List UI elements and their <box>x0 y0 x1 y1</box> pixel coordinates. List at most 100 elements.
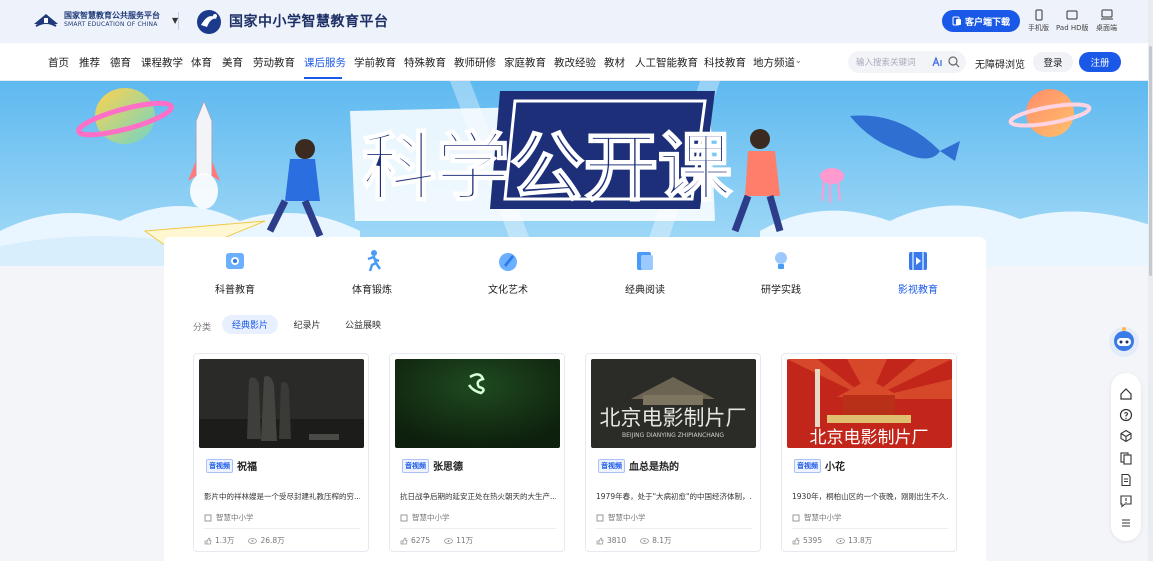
media-type-badge: 音视频 <box>794 458 821 473</box>
category-classic-reading[interactable]: 经典阅读 <box>600 249 690 296</box>
card-source: 智慧中小学 <box>608 513 646 522</box>
video-card[interactable]: 北京电影制片厂 BEIJING DIANYING ZHIPIANCHANG 音视… <box>585 353 761 552</box>
studio-title: 北京电影制片厂 <box>600 406 747 430</box>
like-icon[interactable] <box>400 537 408 545</box>
platform-logo[interactable]: 国家智慧教育公共服务平台 SMART EDUCATION OF CHINA ▼ <box>32 10 178 30</box>
chip-public-screening[interactable]: 公益展映 <box>340 315 386 334</box>
like-icon[interactable] <box>204 537 212 545</box>
ai-icon[interactable] <box>932 57 944 67</box>
video-card[interactable]: 北京电影制片厂 音视频 小花 1930年，桐柏山区的一个夜晚，刚刚出生不久...… <box>781 353 957 552</box>
side-toolbar <box>1111 373 1141 541</box>
media-type-badge: 音视频 <box>598 458 625 473</box>
category-science[interactable]: 科普教育 <box>190 249 280 296</box>
like-icon[interactable] <box>596 537 604 545</box>
nav-item-special[interactable]: 特殊教育 <box>404 55 446 70</box>
download-client-button[interactable]: 客户端下载 <box>942 10 1020 32</box>
platform-logo-en: SMART EDUCATION OF CHINA <box>64 21 158 28</box>
nav-item-labor[interactable]: 劳动教育 <box>253 55 295 70</box>
site-title: 国家中小学智慧教育平台 <box>229 14 389 30</box>
top-header: 国家智慧教育公共服务平台 SMART EDUCATION OF CHINA ▼ … <box>0 0 1153 43</box>
nav-item-preschool[interactable]: 学前教育 <box>354 55 396 70</box>
studio-title: 北京电影制片厂 <box>810 428 929 448</box>
running-icon <box>367 250 382 272</box>
card-divider <box>400 528 556 529</box>
search-input[interactable] <box>856 57 932 67</box>
platform-logo-cn: 国家智慧教育公共服务平台 <box>64 11 160 20</box>
nav-item-sports[interactable]: 体育 <box>191 55 212 70</box>
feedback-icon[interactable] <box>1119 494 1133 508</box>
nav-item-arts[interactable]: 美育 <box>222 55 243 70</box>
video-thumbnail[interactable] <box>199 359 364 448</box>
help-icon[interactable] <box>1119 408 1133 422</box>
like-icon[interactable] <box>792 537 800 545</box>
desktop-version[interactable]: 桌面端 <box>1096 9 1117 33</box>
download-icon <box>952 16 961 26</box>
menu-icon[interactable] <box>1119 516 1133 530</box>
category-sports[interactable]: 体育锻炼 <box>327 249 417 296</box>
cube-icon[interactable] <box>1119 429 1133 443</box>
nav-item-teacher[interactable]: 教师研修 <box>454 55 496 70</box>
video-thumbnail[interactable]: 北京电影制片厂 BEIJING DIANYING ZHIPIANCHANG <box>591 359 756 448</box>
video-thumbnail[interactable]: 北京电影制片厂 <box>787 359 952 448</box>
art-icon <box>499 253 517 271</box>
nav-item-moral[interactable]: 德育 <box>110 55 131 70</box>
card-description: 1979年春，处于"大病初愈"的中国经济体制，... <box>596 492 752 501</box>
login-button[interactable]: 登录 <box>1033 52 1073 72</box>
home-icon[interactable] <box>1119 387 1133 401</box>
view-icon <box>640 537 649 544</box>
mobile-version[interactable]: 手机版 <box>1028 9 1049 33</box>
book-icon <box>637 252 653 270</box>
nav-item-home[interactable]: 首页 <box>48 55 69 70</box>
category-label: 研学实践 <box>761 285 801 296</box>
chip-documentary[interactable]: 纪录片 <box>287 315 327 334</box>
media-type-badge: 音视频 <box>402 458 429 473</box>
active-nav-indicator <box>304 77 342 79</box>
category-film-education[interactable]: 影视教育 <box>873 249 963 296</box>
video-card[interactable]: 音视频 张思德 抗日战争后期的延安正处在热火朝天的大生产... 智慧中小学 62… <box>389 353 565 552</box>
nav-item-after-school[interactable]: 课后服务 <box>304 55 346 70</box>
card-description: 影片中的祥林嫂是一个受尽封建礼教压榨的穷... <box>204 492 360 501</box>
site-logo-icon <box>197 10 221 34</box>
nav-item-recommend[interactable]: 推荐 <box>79 55 100 70</box>
site-logo[interactable]: 国家中小学智慧教育平台 <box>193 7 389 35</box>
nav-item-ai[interactable]: 人工智能教育 <box>635 55 698 70</box>
chevron-down-icon[interactable]: ⌄ <box>795 56 802 65</box>
media-type-badge: 音视频 <box>206 458 233 473</box>
nav-item-reform[interactable]: 教改经验 <box>554 55 596 70</box>
card-description: 1930年，桐柏山区的一个夜晚，刚刚出生不久... <box>792 492 948 501</box>
card-title[interactable]: 张思德 <box>433 458 463 473</box>
chip-classic-films[interactable]: 经典影片 <box>222 315 278 334</box>
card-source: 智慧中小学 <box>804 513 842 522</box>
view-icon <box>444 537 453 544</box>
search-box[interactable] <box>848 51 966 73</box>
register-button[interactable]: 注册 <box>1079 52 1121 72</box>
card-title[interactable]: 小花 <box>825 458 845 473</box>
like-count: 6275 <box>411 536 431 545</box>
card-description: 抗日战争后期的延安正处在热火朝天的大生产... <box>400 492 556 501</box>
video-thumbnail[interactable] <box>395 359 560 448</box>
card-title[interactable]: 血总是热的 <box>629 458 679 473</box>
tablet-version[interactable]: Pad HD版 <box>1056 9 1089 33</box>
device-label: 桌面端 <box>1096 24 1117 32</box>
copy-icon[interactable] <box>1119 451 1133 465</box>
scrollbar-thumb[interactable] <box>1149 46 1152 276</box>
nav-item-textbooks[interactable]: 教材 <box>604 55 625 70</box>
nav-item-local[interactable]: 地方频道 <box>753 55 795 70</box>
nav-item-courses[interactable]: 课程教学 <box>141 55 183 70</box>
category-study-practice[interactable]: 研学实践 <box>736 249 826 296</box>
category-label: 经典阅读 <box>625 285 665 296</box>
accessibility-link[interactable]: 无障碍浏览 <box>975 56 1025 71</box>
document-icon[interactable] <box>1119 473 1133 487</box>
view-count: 11万 <box>456 536 474 545</box>
category-culture-art[interactable]: 文化艺术 <box>463 249 553 296</box>
card-divider <box>204 528 360 529</box>
nav-item-family[interactable]: 家庭教育 <box>504 55 546 70</box>
nav-item-tech[interactable]: 科技教育 <box>704 55 746 70</box>
mobile-icon <box>1035 9 1042 21</box>
view-count: 26.8万 <box>260 536 285 545</box>
video-card[interactable]: 音视频 祝福 影片中的祥林嫂是一个受尽封建礼教压榨的穷... 智慧中小学 1.3… <box>193 353 369 552</box>
card-title[interactable]: 祝福 <box>237 458 257 473</box>
science-icon <box>226 253 244 269</box>
assistant-robot-icon[interactable] <box>1108 325 1140 359</box>
search-icon[interactable] <box>948 56 960 68</box>
